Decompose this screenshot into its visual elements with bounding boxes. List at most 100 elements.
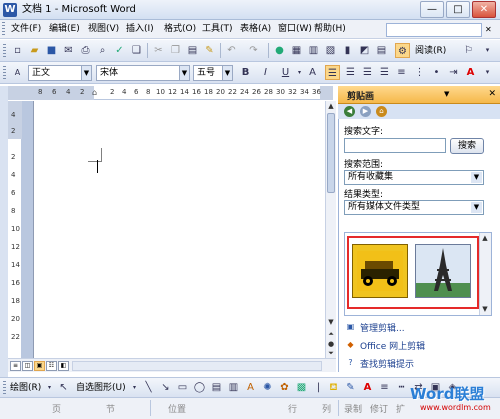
align-center-button[interactable]: ☰ <box>343 65 358 80</box>
undo-icon[interactable]: ↶ <box>224 43 239 58</box>
menu-help[interactable]: 帮助(H) <box>312 22 348 37</box>
fill-color-icon[interactable]: ⛾ <box>326 380 341 395</box>
home-icon[interactable]: ⌂ <box>376 106 387 117</box>
numbering-icon[interactable]: ⋮ <box>412 65 427 80</box>
font-size-dropdown[interactable]: 五号 ▼ <box>193 65 233 81</box>
menu-insert[interactable]: 插入(I) <box>124 22 156 37</box>
vertical-textbox-icon[interactable]: ▥ <box>226 380 241 395</box>
permission-icon[interactable]: ✉ <box>61 43 76 58</box>
maximize-button[interactable]: □ <box>446 1 470 18</box>
document-map-icon[interactable]: ▤ <box>374 43 389 58</box>
font-color-button[interactable]: A <box>463 65 478 80</box>
chevron-down-icon[interactable]: ▼ <box>471 172 482 183</box>
select-objects-icon[interactable]: ↖ <box>56 380 71 395</box>
menu-format[interactable]: 格式(O) <box>162 22 198 37</box>
styles-icon[interactable]: A <box>10 65 25 80</box>
pane-dropdown-icon[interactable]: ▼ <box>444 90 449 98</box>
dash-style-icon[interactable]: ┅ <box>394 380 409 395</box>
menu-view[interactable]: 视图(V) <box>86 22 121 37</box>
research-icon[interactable]: ❑ <box>129 43 144 58</box>
organize-clips-link[interactable]: 管理剪辑... <box>360 321 405 334</box>
chevron-down-icon[interactable]: ▼ <box>222 66 232 80</box>
drawing-icon[interactable]: ◩ <box>357 43 372 58</box>
align-left-button[interactable]: ☰ <box>325 65 340 80</box>
tables-borders-icon[interactable]: ▦ <box>289 43 304 58</box>
menu-file[interactable]: 文件(F) <box>9 22 43 37</box>
menu-table[interactable]: 表格(A) <box>238 22 273 37</box>
status-record[interactable]: 录制 <box>344 402 362 415</box>
format-painter-icon[interactable]: ✎ <box>202 43 217 58</box>
columns-icon[interactable]: ▮ <box>340 43 355 58</box>
align-right-button[interactable]: ☰ <box>360 65 375 80</box>
search-text-input[interactable] <box>344 138 446 153</box>
toolbar-grip[interactable] <box>3 66 6 80</box>
justify-button[interactable]: ☰ <box>377 65 392 80</box>
indent-marker-icon[interactable]: ⌂ <box>92 88 97 97</box>
chevron-down-icon[interactable]: ▼ <box>179 66 189 80</box>
insert-picture-icon[interactable]: ▩ <box>294 380 309 395</box>
clipart-eiffel-thumbnail[interactable] <box>415 244 471 298</box>
bold-button[interactable]: B <box>238 65 253 80</box>
style-dropdown[interactable]: 正文 ▼ <box>28 65 92 81</box>
diagram-icon[interactable]: ✺ <box>260 380 275 395</box>
print-icon[interactable]: ⎙ <box>78 43 93 58</box>
back-arrow-icon[interactable]: ◀ <box>344 106 355 117</box>
spelling-icon[interactable]: ✓ <box>112 43 127 58</box>
save-icon[interactable]: ■ <box>44 43 59 58</box>
horizontal-ruler[interactable]: 8 6 4 2 ⌂ 2 4 6 8 10 12 14 16 18 20 22 2… <box>8 86 333 100</box>
toolbar-grip[interactable] <box>3 381 6 395</box>
menu-edit[interactable]: 编辑(E) <box>47 22 82 37</box>
underline-button[interactable]: U <box>278 65 293 80</box>
line-tool-icon[interactable]: ╲ <box>141 380 156 395</box>
new-document-icon[interactable]: ▫ <box>10 43 25 58</box>
bullets-icon[interactable]: • <box>429 65 444 80</box>
clipart-car-thumbnail[interactable] <box>352 244 408 298</box>
menu-tools[interactable]: 工具(T) <box>200 22 235 37</box>
minimize-button[interactable]: — <box>420 1 444 18</box>
scroll-down-icon[interactable]: ▼ <box>480 304 490 314</box>
forward-arrow-icon[interactable]: ▶ <box>360 106 371 117</box>
status-track-changes[interactable]: 修订 <box>370 402 388 415</box>
insert-table-icon[interactable]: ▥ <box>306 43 321 58</box>
copy-icon[interactable]: ❐ <box>168 43 183 58</box>
vertical-scrollbar[interactable]: ▲ ▼ ⏶ ● ⏷ <box>325 101 336 358</box>
clipart-icon[interactable]: ✿ <box>277 380 292 395</box>
paste-icon[interactable]: ▤ <box>185 43 200 58</box>
scroll-thumb[interactable] <box>327 113 335 193</box>
chevron-down-icon[interactable]: ▾ <box>42 380 57 395</box>
results-scrollbar[interactable]: ▲ ▼ <box>479 233 491 315</box>
close-button[interactable]: ✕ <box>472 1 496 18</box>
scroll-down-icon[interactable]: ▼ <box>326 317 336 327</box>
status-extend[interactable]: 扩 <box>396 402 405 415</box>
line-style-icon[interactable]: ≡ <box>377 380 392 395</box>
next-page-icon[interactable]: ⏷ <box>326 348 336 358</box>
office-online-link[interactable]: Office 网上剪辑 <box>360 339 425 352</box>
open-folder-icon[interactable]: ▰ <box>27 43 42 58</box>
char-border-icon[interactable]: A <box>305 65 320 80</box>
rectangle-tool-icon[interactable]: ▭ <box>175 380 190 395</box>
wordart-icon[interactable]: A <box>243 380 258 395</box>
search-button[interactable]: 搜索 <box>450 138 484 154</box>
indent-icon[interactable]: ⇥ <box>446 65 461 80</box>
toolbar-options-icon[interactable]: ▾ <box>480 65 495 80</box>
italic-button[interactable]: I <box>258 65 273 80</box>
previous-page-icon[interactable]: ⏶ <box>326 329 336 339</box>
menu-grip[interactable] <box>2 22 5 36</box>
redo-icon[interactable]: ↷ <box>246 43 261 58</box>
search-scope-dropdown[interactable]: 所有收藏集 ▼ <box>344 170 484 185</box>
document-page[interactable] <box>33 101 325 358</box>
scroll-up-icon[interactable]: ▲ <box>480 233 490 243</box>
hyperlink-icon[interactable]: ● <box>272 43 287 58</box>
line-color-icon[interactable]: ✎ <box>343 380 358 395</box>
menu-close-doc-icon[interactable]: ✕ <box>485 25 492 34</box>
assistant-icon[interactable]: ⚐ <box>461 43 476 58</box>
font-dropdown[interactable]: 宋体 ▼ <box>96 65 190 81</box>
draw-menu-button[interactable]: 绘图(R) <box>10 381 41 395</box>
toolbar-options-icon[interactable]: ▾ <box>480 43 495 58</box>
result-type-dropdown[interactable]: 所有媒体文件类型 ▼ <box>344 200 484 215</box>
arrow-tool-icon[interactable]: ↘ <box>158 380 173 395</box>
chevron-down-icon[interactable]: ▼ <box>471 202 482 213</box>
autoshapes-button[interactable]: 自选图形(U) <box>76 381 126 395</box>
insert-excel-icon[interactable]: ▧ <box>323 43 338 58</box>
menu-window[interactable]: 窗口(W) <box>276 22 314 37</box>
